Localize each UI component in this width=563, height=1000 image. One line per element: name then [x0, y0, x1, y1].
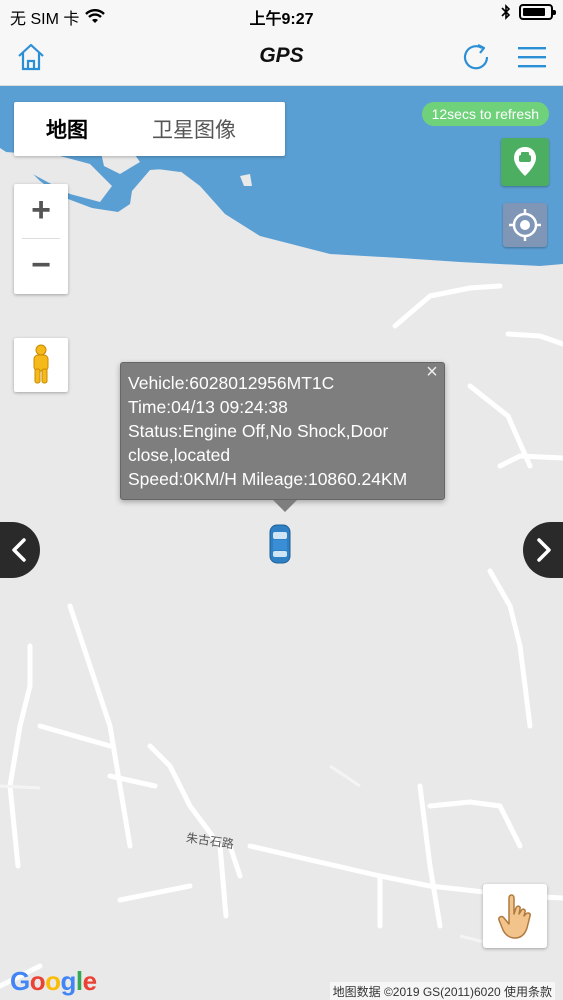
vehicle-speed-mileage-text: Speed:0KM/H Mileage:10860.24KM — [128, 469, 408, 489]
map-attribution[interactable]: 地图数据 ©2019 GS(2011)6020 使用条款 — [329, 982, 555, 1000]
pan-mode-button[interactable] — [483, 884, 547, 948]
map-type-selector: 地图 卫星图像 — [14, 102, 285, 156]
battery-icon — [519, 4, 556, 20]
navigation-bar: GPS — [0, 28, 563, 86]
vehicle-car-marker-icon[interactable] — [268, 523, 292, 565]
next-vehicle-button[interactable] — [523, 522, 563, 578]
vehicle-time-text: Time:04/13 09:24:38 — [128, 397, 288, 417]
street-view-pegman-button[interactable] — [14, 338, 68, 392]
info-window-close-button[interactable]: × — [424, 362, 440, 382]
center-target-button[interactable] — [503, 203, 547, 247]
vehicle-location-button[interactable] — [501, 138, 549, 186]
hand-pointer-icon — [498, 894, 531, 939]
status-bar: 无 SIM 卡 上午9:27 — [0, 0, 563, 28]
zoom-in-button[interactable]: + — [14, 184, 68, 238]
crosshair-icon — [509, 209, 541, 241]
refresh-icon[interactable] — [459, 40, 493, 74]
vehicle-status-text: Status:Engine Off,No Shock,Door close,lo… — [128, 421, 389, 465]
hamburger-menu-icon[interactable] — [515, 40, 549, 74]
status-time: 上午9:27 — [249, 11, 314, 28]
info-window-pointer — [273, 500, 297, 512]
previous-vehicle-button[interactable] — [0, 522, 40, 578]
status-right — [501, 4, 556, 20]
zoom-out-button[interactable]: − — [14, 239, 68, 293]
pegman-icon — [33, 344, 49, 384]
map-type-map-tab[interactable]: 地图 — [46, 114, 88, 144]
map-type-satellite-tab[interactable]: 卫星图像 — [152, 114, 236, 144]
map-pin-car-icon — [514, 147, 536, 176]
vehicle-id-text: Vehicle:6028012956MT1C — [128, 373, 335, 393]
refresh-countdown-badge: 12secs to refresh — [421, 102, 549, 126]
map-view[interactable]: 地图 卫星图像 12secs to refresh + − × Vehicle:… — [0, 86, 563, 1000]
vehicle-info-window: × Vehicle:6028012956MT1C Time:04/13 09:2… — [120, 362, 445, 512]
chevron-right-icon — [537, 538, 551, 562]
zoom-control: + − — [14, 184, 68, 294]
gps-tracking-screen: 无 SIM 卡 上午9:27 GPS 地图 卫星图像 12secs to ref… — [0, 0, 563, 1000]
bluetooth-icon — [501, 4, 511, 20]
chevron-left-icon — [12, 538, 26, 562]
google-logo: Google — [10, 966, 97, 996]
